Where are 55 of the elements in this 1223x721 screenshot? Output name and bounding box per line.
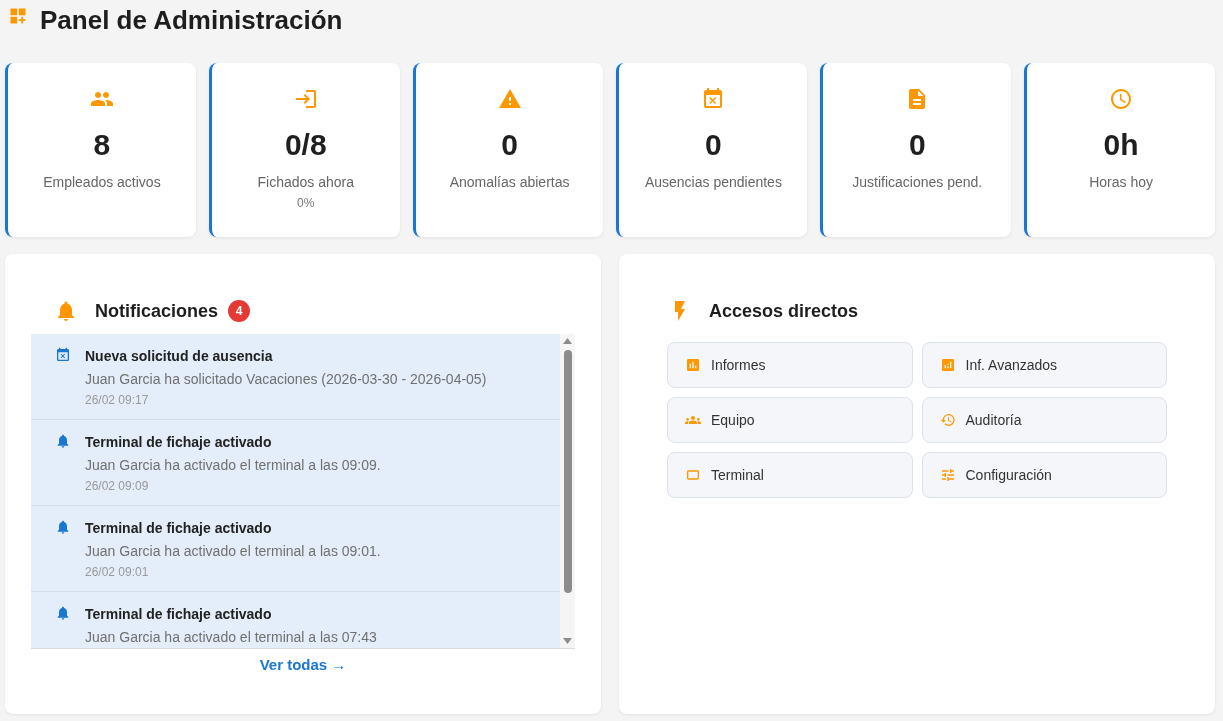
bell-icon xyxy=(55,519,71,535)
bell-icon xyxy=(55,605,71,621)
bar-chart-icon xyxy=(939,357,956,373)
bar-chart-icon xyxy=(685,357,701,373)
panel-title: Notificaciones xyxy=(95,300,219,323)
dashboard-icon xyxy=(8,6,28,26)
notification-title: Terminal de fichaje activado xyxy=(85,519,273,538)
calendar-x-icon xyxy=(55,347,71,363)
notification-item[interactable]: Terminal de fichaje activado Juan Garcia ha activado el terminal a las 09:01. 26/02 09:01 xyxy=(31,506,560,592)
scrollbar[interactable] xyxy=(560,334,575,648)
bell-icon xyxy=(55,433,71,449)
notification-message: Juan Garcia ha activado el terminal a las 09:09. xyxy=(85,456,381,475)
stat-label: Ausencias pendientes xyxy=(644,173,782,191)
stat-label: Justificaciones pend. xyxy=(852,173,983,191)
clock-icon xyxy=(1109,87,1134,111)
shortcut-button[interactable]: Equipo xyxy=(667,397,913,443)
notification-item[interactable]: Nueva solicitud de ausencia Juan Garcia ha solicitado Vacaciones (2026-03-30 - 2026-04-05) 26/02 09:17 xyxy=(31,334,560,420)
scroll-up-icon[interactable] xyxy=(563,338,572,344)
stat-value: 0 xyxy=(705,127,722,163)
stat-label: Anomalías abiertas xyxy=(449,173,570,191)
stat-label: Horas hoy xyxy=(1089,173,1153,191)
notification-item[interactable]: Terminal de fichaje activado Juan Garcia ha activado el terminal a las 07:43 xyxy=(31,592,560,648)
notification-time: 26/02 09:17 xyxy=(85,392,150,408)
notification-title: Nueva solicitud de ausencia xyxy=(85,347,274,366)
shortcut-button[interactable]: Informes xyxy=(667,342,913,388)
shortcut-button[interactable]: Terminal xyxy=(667,452,913,498)
shortcut-button[interactable]: Configuración xyxy=(921,452,1167,498)
history-icon xyxy=(939,412,956,428)
see-all-link[interactable]: Ver todas → xyxy=(259,655,347,675)
stat-value: 0 xyxy=(501,127,518,163)
stat-value: 0/8 xyxy=(284,127,327,163)
stat-value: 0 xyxy=(908,127,926,163)
warning-icon xyxy=(497,87,522,111)
notification-message: Juan Garcia ha activado el terminal a las 07:43 xyxy=(85,628,377,647)
panel-title: Accesos directos xyxy=(709,300,859,323)
stat-value: 8 xyxy=(93,127,111,163)
notification-time: 26/02 09:09 xyxy=(85,478,150,494)
notification-title: Terminal de fichaje activado xyxy=(85,433,273,452)
stat-label: Fichados ahora xyxy=(257,173,354,191)
notification-message: Juan Garcia ha activado el terminal a las 09:01. xyxy=(85,542,381,561)
shortcut-button[interactable]: Inf. Avanzados xyxy=(921,342,1167,388)
sliders-icon xyxy=(939,467,956,483)
notification-item[interactable]: Terminal de fichaje activado Juan Garcia ha activado el terminal a las 09:09. 26/02 09:09 xyxy=(31,420,560,506)
scrollbar-thumb[interactable] xyxy=(563,350,572,593)
notification-time: 26/02 09:01 xyxy=(85,564,150,580)
stat-label: Empleados activos xyxy=(43,173,161,191)
scroll-down-icon[interactable] xyxy=(563,638,572,644)
arrow-into-door-icon xyxy=(293,87,318,111)
shortcut-button[interactable]: Auditoría xyxy=(921,397,1167,443)
notification-message: Juan Garcia ha solicitado Vacaciones (2026-03-30 - 2026-04-05) xyxy=(85,370,487,389)
count-badge: 4 xyxy=(228,300,251,322)
notification-title: Terminal de fichaje activado xyxy=(85,605,273,624)
stat-value: 0h xyxy=(1103,127,1139,163)
stat-percentage: 0% xyxy=(297,195,315,211)
page-title: Panel de Administración xyxy=(40,4,343,36)
